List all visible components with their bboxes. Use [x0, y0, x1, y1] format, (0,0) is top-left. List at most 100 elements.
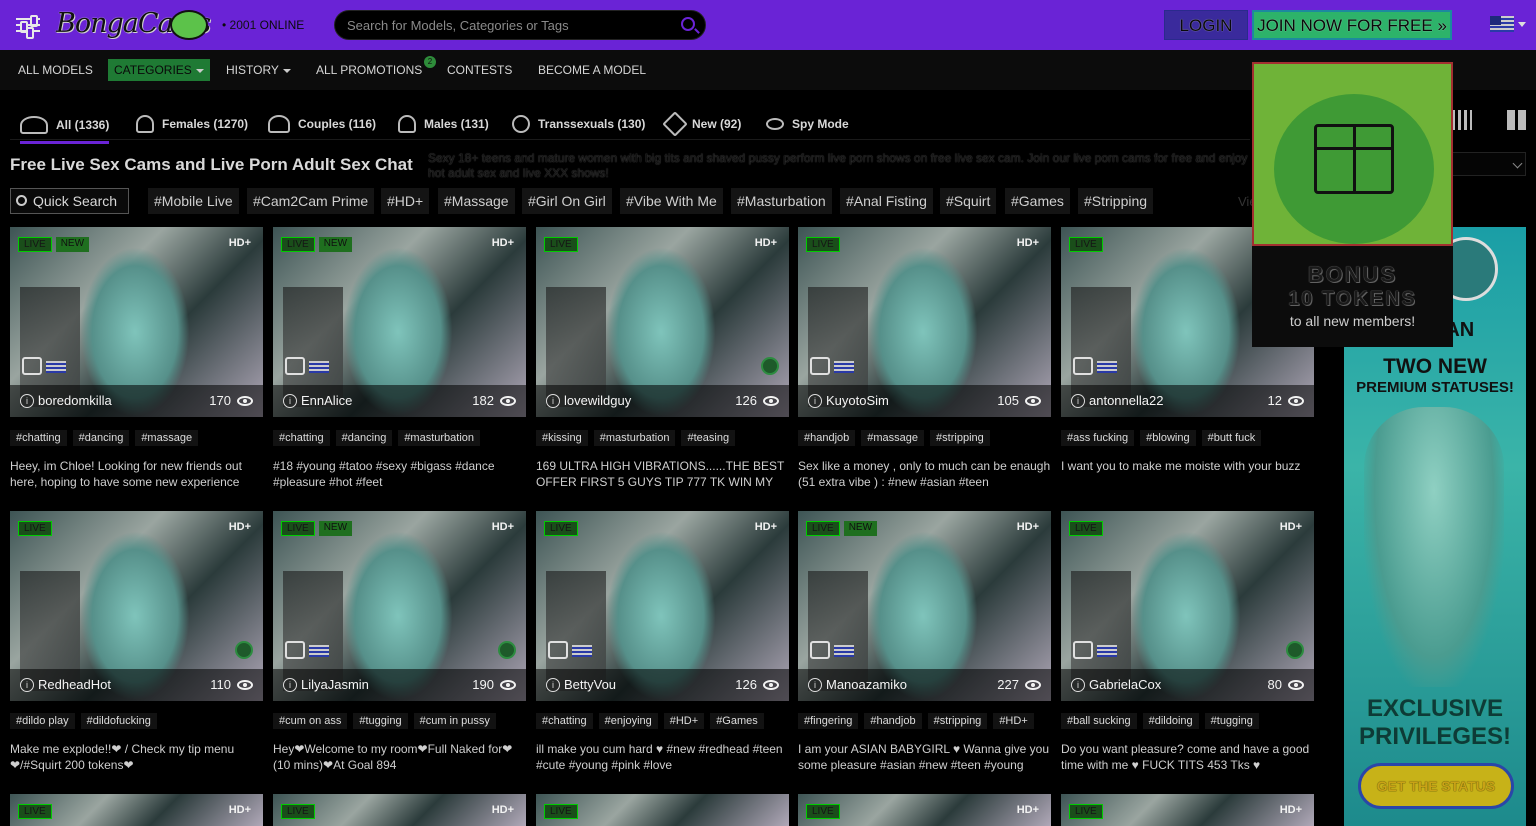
card-tag[interactable]: #Games [710, 713, 764, 729]
tab-spy-mode[interactable]: Spy Mode [766, 110, 849, 138]
grid-view-icon[interactable] [1452, 110, 1472, 130]
card-tag[interactable]: #masturbation [593, 430, 676, 446]
card-tag[interactable]: #ball sucking [1061, 713, 1137, 729]
card-tag[interactable]: #masturbation [398, 430, 481, 446]
chevron-down-icon[interactable] [1518, 22, 1526, 27]
card-tag[interactable]: #cum in pussy [413, 713, 496, 729]
info-icon[interactable]: i [1071, 394, 1085, 408]
sort-dropdown[interactable] [1452, 152, 1526, 176]
model-name[interactable]: RedheadHot [38, 677, 111, 692]
card-tag[interactable]: #massage [135, 430, 199, 446]
info-icon[interactable]: i [20, 394, 34, 408]
model-card[interactable]: LIVE HD+ i BettyVou 126 [536, 511, 789, 701]
model-card[interactable]: LIVE NEW HD+ i EnnAlice 182 [273, 227, 526, 417]
model-name[interactable]: lovewildguy [564, 393, 631, 408]
model-card[interactable]: LIVE HD+ [10, 794, 263, 826]
search-icon[interactable] [681, 17, 695, 31]
tag-mobile-live[interactable]: #Mobile Live [148, 188, 239, 214]
nav-all-promotions[interactable]: ALL PROMOTIONS [316, 63, 422, 77]
info-icon[interactable]: i [808, 678, 822, 692]
info-icon[interactable]: i [546, 394, 560, 408]
card-tag[interactable]: #dancing [335, 430, 393, 446]
model-card[interactable]: LIVE NEW HD+ i LilyaJasmin 190 [273, 511, 526, 701]
tag-cam2cam-prime[interactable]: #Cam2Cam Prime [247, 188, 375, 214]
login-button[interactable]: LOGIN [1164, 10, 1248, 40]
card-tag[interactable]: #chatting [273, 430, 330, 446]
nav-contests[interactable]: CONTESTS [447, 63, 512, 77]
card-tag[interactable]: #dildo play [10, 713, 75, 729]
tab-males[interactable]: Males (131) [398, 110, 489, 138]
nav-categories[interactable]: CATEGORIES [108, 59, 210, 81]
tag-anal-fisting[interactable]: #Anal Fisting [840, 188, 933, 214]
tag-squirt[interactable]: #Squirt [940, 188, 997, 214]
info-icon[interactable]: i [20, 678, 34, 692]
nav-history[interactable]: HISTORY [226, 63, 291, 77]
card-tag[interactable]: #dancing [72, 430, 130, 446]
info-icon[interactable]: i [283, 394, 297, 408]
model-name[interactable]: boredomkilla [38, 393, 112, 408]
model-card[interactable]: LIVE NEW HD+ i boredomkilla 170 [10, 227, 263, 417]
info-icon[interactable]: i [1071, 678, 1085, 692]
card-tag[interactable]: #stripping [930, 430, 990, 446]
card-tag[interactable]: #massage [861, 430, 925, 446]
card-tag[interactable]: #chatting [536, 713, 593, 729]
search-input[interactable] [347, 18, 667, 33]
model-name[interactable]: KuyotoSim [826, 393, 889, 408]
card-tag[interactable]: #HD+ [663, 713, 705, 729]
nav-all-models[interactable]: ALL MODELS [18, 63, 93, 77]
card-tag[interactable]: #teasing [681, 430, 736, 446]
model-name[interactable]: antonnella22 [1089, 393, 1163, 408]
model-card[interactable]: LIVE HD+ [798, 794, 1051, 826]
tag-stripping[interactable]: #Stripping [1078, 188, 1154, 214]
bonus-popup[interactable]: BONUS 10 TOKENS to all new members! [1252, 62, 1453, 347]
card-tag[interactable]: #dildofucking [80, 713, 157, 729]
tab-females[interactable]: Females (1270) [136, 110, 248, 138]
model-name[interactable]: GabrielaCox [1089, 677, 1161, 692]
card-tag[interactable]: #kissing [536, 430, 588, 446]
card-tag[interactable]: #stripping [927, 713, 988, 729]
card-tag[interactable]: #tugging [1204, 713, 1259, 729]
model-name[interactable]: LilyaJasmin [301, 677, 369, 692]
nav-become-model[interactable]: BECOME A MODEL [538, 63, 646, 77]
model-card[interactable]: LIVE HD+ [1061, 794, 1314, 826]
model-name[interactable]: BettyVou [564, 677, 616, 692]
card-tag[interactable]: #handjob [864, 713, 922, 729]
card-tag[interactable]: #dildoing [1142, 713, 1199, 729]
large-grid-view-icon[interactable] [1507, 110, 1527, 130]
model-card[interactable]: LIVE [536, 794, 789, 826]
tab-new[interactable]: New (92) [662, 110, 741, 138]
tag-games[interactable]: #Games [1005, 188, 1070, 214]
tag-masturbation[interactable]: #Masturbation [731, 188, 832, 214]
model-card[interactable]: LIVE HD+ i GabrielaCox 80 [1061, 511, 1314, 701]
model-name[interactable]: EnnAlice [301, 393, 352, 408]
tab-transsexuals[interactable]: Transsexuals (130) [512, 110, 645, 138]
join-now-button[interactable]: JOIN NOW FOR FREE » [1252, 10, 1452, 40]
card-tag[interactable]: #handjob [798, 430, 856, 446]
tab-couples[interactable]: Couples (116) [268, 110, 376, 138]
tag-vibe-with-me[interactable]: #Vibe With Me [620, 188, 723, 214]
info-icon[interactable]: i [808, 394, 822, 408]
model-name[interactable]: Manoazamiko [826, 677, 907, 692]
language-flag-icon[interactable] [1490, 16, 1514, 32]
card-tag[interactable]: #chatting [10, 430, 67, 446]
info-icon[interactable]: i [283, 678, 297, 692]
card-tag[interactable]: #blowing [1140, 430, 1196, 446]
quick-search-button[interactable]: Quick Search [10, 188, 129, 214]
get-the-status-button[interactable]: GET THE STATUS [1358, 763, 1514, 809]
model-card[interactable]: LIVE NEW HD+ i Manoazamiko 227 [798, 511, 1051, 701]
card-tag[interactable]: #enjoying [598, 713, 658, 729]
tag-massage[interactable]: #Massage [438, 188, 515, 214]
card-tag[interactable]: #tugging [353, 713, 408, 729]
model-card[interactable]: LIVE HD+ i RedheadHot 110 [10, 511, 263, 701]
card-tag[interactable]: #ass fucking [1061, 430, 1135, 446]
model-card[interactable]: LIVE HD+ i lovewildguy 126 [536, 227, 789, 417]
tab-all[interactable]: All (1336) [20, 110, 110, 144]
card-tag[interactable]: #cum on ass [273, 713, 348, 729]
model-card[interactable]: LIVE HD+ i KuyotoSim 105 [798, 227, 1051, 417]
tag-girl-on-girl[interactable]: #Girl On Girl [522, 188, 612, 214]
tag-hd-plus[interactable]: #HD+ [381, 188, 430, 214]
card-tag[interactable]: #fingering [798, 713, 859, 729]
info-icon[interactable]: i [546, 678, 560, 692]
model-card[interactable]: LIVE HD+ [273, 794, 526, 826]
filter-menu-icon[interactable] [16, 14, 40, 39]
